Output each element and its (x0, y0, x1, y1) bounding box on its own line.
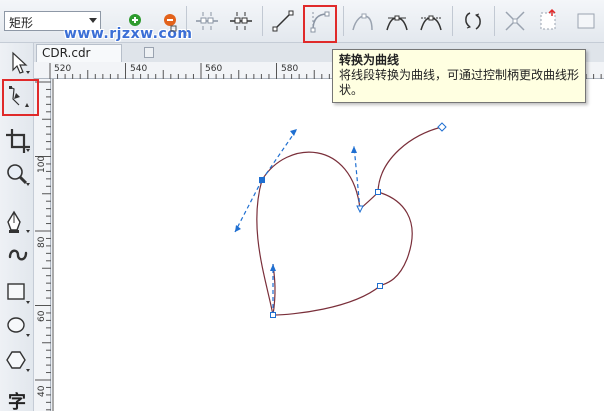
curve-node[interactable] (377, 283, 383, 289)
toolbox (0, 43, 39, 411)
break-curve-icon[interactable] (228, 8, 254, 34)
curve-node[interactable] (375, 189, 381, 195)
separator (343, 6, 344, 36)
more-options-icon[interactable] (574, 8, 600, 34)
selected-node[interactable] (259, 177, 265, 183)
ellipse-tool-icon[interactable] (4, 312, 32, 340)
close-tab-icon[interactable] (144, 47, 154, 58)
chevron-down-icon (89, 18, 97, 23)
pen-tool-icon[interactable] (4, 208, 32, 236)
leaf-curve-path[interactable] (256, 126, 443, 316)
ruler-label: 560 (205, 64, 223, 74)
separator (186, 6, 187, 36)
handle-arrow-icon (351, 146, 357, 153)
drawing-canvas[interactable] (52, 79, 604, 411)
ruler-label: 80 (37, 236, 47, 248)
separator (262, 6, 263, 36)
vertical-ruler[interactable]: 100 80 60 40 (34, 79, 51, 411)
add-node-icon[interactable] (123, 8, 149, 34)
ruler-label: 100 (37, 155, 47, 173)
curve-node[interactable] (356, 205, 364, 214)
leaf-curve-drawing (52, 79, 447, 411)
pick-tool-icon[interactable] (4, 49, 32, 77)
tooltip: 转换为曲线 将线段转换为曲线，可通过控制柄更改曲线形状。 (332, 49, 586, 103)
smooth-node-icon[interactable] (384, 8, 410, 34)
property-bar: 矩形 www.rjzxw.com (0, 0, 604, 43)
curve-node[interactable] (270, 312, 276, 318)
ruler-label: 40 (37, 385, 47, 397)
separator (494, 6, 495, 36)
tooltip-body: 将线段转换为曲线，可通过控制柄更改曲线形状。 (339, 68, 580, 97)
artistic-media-icon[interactable] (4, 239, 32, 267)
reverse-direction-icon[interactable] (460, 8, 486, 34)
tooltip-title: 转换为曲线 (339, 53, 400, 67)
rectangle-tool-icon[interactable] (4, 279, 32, 307)
delete-node-icon[interactable] (157, 8, 183, 34)
ruler-label: 580 (281, 64, 299, 74)
convert-to-curve-highlight (303, 5, 337, 43)
crop-tool-icon[interactable] (4, 127, 32, 155)
ruler-label: 60 (37, 310, 47, 322)
polygon-tool-icon[interactable] (4, 347, 32, 375)
curve-end-node[interactable] (437, 122, 447, 132)
convert-to-line-icon[interactable] (270, 8, 296, 34)
text-tool-icon[interactable]: 字 (8, 388, 26, 411)
ruler-label: 520 (54, 64, 72, 74)
handle-arrow-icon (290, 129, 297, 136)
handle-arrow-icon (270, 264, 276, 271)
shape-tool-highlight (2, 79, 39, 116)
control-handle[interactable] (261, 128, 298, 181)
join-nodes-icon[interactable] (194, 8, 220, 34)
document-tab[interactable]: CDR.cdr (36, 44, 122, 62)
zoom-tool-icon[interactable] (4, 161, 32, 189)
ruler-label: 540 (130, 64, 148, 74)
separator (452, 6, 453, 36)
symmetrical-node-icon[interactable] (418, 8, 444, 34)
extend-curve-icon[interactable] (536, 8, 562, 34)
control-handle[interactable] (353, 145, 361, 210)
object-type-value: 矩形 (9, 16, 34, 30)
cusp-node-icon[interactable] (350, 8, 376, 34)
extract-subpath-icon[interactable] (502, 8, 528, 34)
